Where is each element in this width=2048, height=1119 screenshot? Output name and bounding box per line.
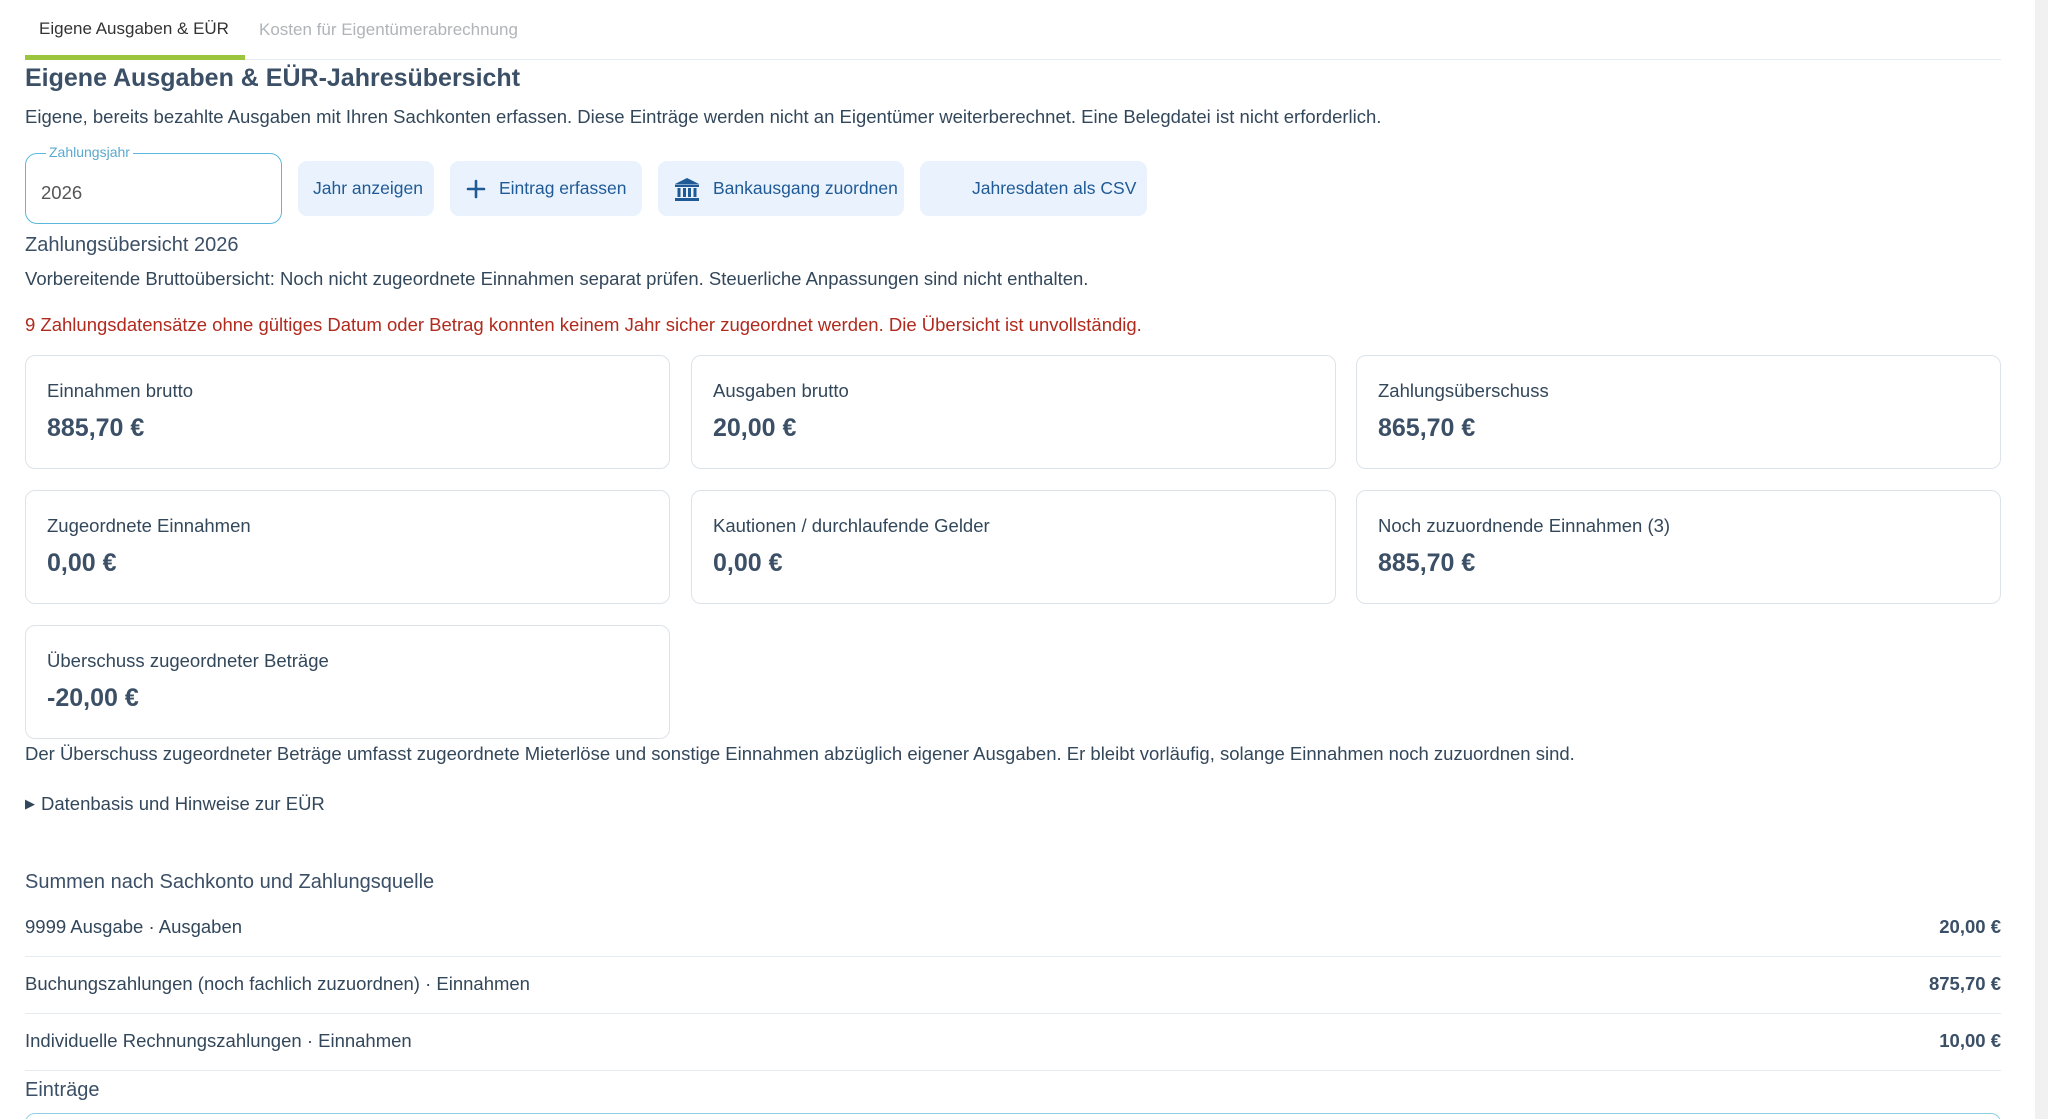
year-field-label: Zahlungsjahr [46, 144, 133, 160]
card-deposits: Kautionen / durchlaufende Gelder 0,00 € [691, 490, 1336, 604]
overview-subtitle: Vorbereitende Bruttoübersicht: Noch nich… [25, 268, 1089, 289]
table-row: Buchungszahlungen (noch fachlich zuzuord… [25, 957, 2001, 1014]
page-title: Eigene Ausgaben & EÜR-Jahresübersicht [25, 64, 521, 92]
card-unassigned-income: Noch zuzuordnende Einnahmen (3) 885,70 € [1356, 490, 2001, 604]
row-label: Individuelle Rechnungszahlungen · Einnah… [25, 1030, 412, 1051]
row-amount: 875,70 € [1928, 973, 2001, 994]
add-entry-label: Eintrag erfassen [499, 178, 627, 198]
card-value: 865,70 € [1378, 414, 1476, 442]
card-label: Überschuss zugeordneter Beträge [47, 650, 329, 671]
incomplete-warning: 9 Zahlungsdatensätze ohne gültiges Datum… [25, 314, 1142, 335]
tab-bar: Eigene Ausgaben & EÜR Kosten für Eigentü… [25, 0, 2001, 60]
plus-icon [465, 178, 487, 200]
card-value: 0,00 € [47, 549, 117, 577]
details-summary: Datenbasis und Hinweise zur EÜR [41, 793, 325, 814]
expand-triangle-icon: ▶ [25, 796, 35, 811]
card-expenses-gross: Ausgaben brutto 20,00 € [691, 355, 1336, 469]
card-label: Einnahmen brutto [47, 380, 194, 401]
card-value: 0,00 € [713, 549, 783, 577]
tab-owner-costs[interactable]: Kosten für Eigentümerabrechnung [245, 0, 532, 60]
card-value: -20,00 € [47, 684, 139, 712]
table-row: 9999 Ausgabe · Ausgaben 20,00 € [25, 900, 2001, 957]
page-intro: Eigene, bereits bezahlte Ausgaben mit Ih… [25, 106, 1382, 127]
card-assigned-income: Zugeordnete Einnahmen 0,00 € [25, 490, 670, 604]
add-entry-button[interactable]: Eintrag erfassen [450, 161, 642, 216]
assign-bank-button[interactable]: Bankausgang zuordnen [658, 161, 904, 216]
table-row: Individuelle Rechnungszahlungen · Einnah… [25, 1014, 2001, 1071]
row-amount: 10,00 € [1939, 1030, 2001, 1051]
year-field[interactable]: Zahlungsjahr 2026 [25, 144, 282, 224]
scrollbar[interactable] [2035, 0, 2048, 1119]
show-year-label: Jahr anzeigen [313, 178, 423, 198]
row-label: 9999 Ausgabe · Ausgaben [25, 916, 243, 937]
surplus-note: Der Überschuss zugeordneter Beträge umfa… [25, 743, 1575, 764]
card-label: Ausgaben brutto [713, 380, 849, 401]
card-label: Zugeordnete Einnahmen [47, 515, 251, 536]
assign-bank-label: Bankausgang zuordnen [713, 178, 898, 198]
bank-icon [673, 176, 701, 202]
card-label: Noch zuzuordnende Einnahmen (3) [1378, 515, 1671, 536]
card-value: 885,70 € [1378, 549, 1476, 577]
card-label: Zahlungsüberschuss [1378, 380, 1549, 401]
card-income-gross: Einnahmen brutto 885,70 € [25, 355, 670, 469]
export-csv-label: Jahresdaten als CSV [972, 178, 1137, 198]
card-value: 20,00 € [713, 414, 797, 442]
sums-title: Summen nach Sachkonto und Zahlungsquelle [25, 871, 435, 893]
card-payment-surplus: Zahlungsüberschuss 865,70 € [1356, 355, 2001, 469]
row-label: Buchungszahlungen (noch fachlich zuzuord… [25, 973, 530, 994]
entries-title: Einträge [25, 1079, 100, 1101]
year-input[interactable]: 2026 [41, 182, 82, 204]
tab-own-expenses[interactable]: Eigene Ausgaben & EÜR [25, 0, 245, 60]
show-year-button[interactable]: Jahr anzeigen [298, 161, 434, 216]
overview-title: Zahlungsübersicht 2026 [25, 234, 239, 256]
card-label: Kautionen / durchlaufende Gelder [713, 515, 990, 536]
details-toggle[interactable]: ▶ Datenbasis und Hinweise zur EÜR [25, 793, 325, 815]
row-amount: 20,00 € [1939, 916, 2001, 937]
card-value: 885,70 € [47, 414, 145, 442]
export-csv-button[interactable]: Jahresdaten als CSV [920, 161, 1147, 216]
entries-panel [25, 1113, 2001, 1119]
card-assigned-surplus: Überschuss zugeordneter Beträge -20,00 € [25, 625, 670, 739]
